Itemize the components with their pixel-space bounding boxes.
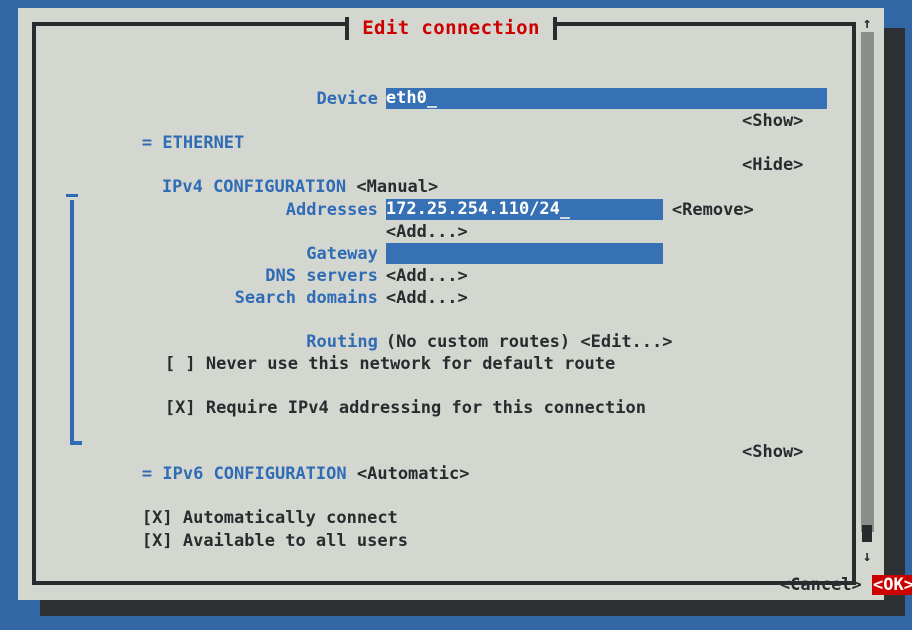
require-ipv4-checkbox[interactable]: [X] Require IPv4 addressing for this con… <box>83 375 646 441</box>
cancel-button[interactable]: <Cancel> <box>780 575 862 595</box>
require-ipv4-label: Require IPv4 addressing for this connect… <box>205 398 646 418</box>
never-default-route-label: Never use this network for default route <box>205 354 616 374</box>
ethernet-label: ETHERNET <box>162 133 245 153</box>
scrollbar-cursor <box>862 525 872 542</box>
expander-icon-ipv6[interactable]: = <box>142 464 152 484</box>
checkbox-checked-icon[interactable]: [X] <box>142 531 173 551</box>
ipv6-method-select[interactable]: <Automatic> <box>357 464 470 484</box>
search-domains-add-button[interactable]: <Add...> <box>386 288 468 308</box>
vertical-scrollbar[interactable]: ↑ ↓ <box>857 14 877 565</box>
scroll-down-arrow-icon[interactable]: ↓ <box>857 549 877 564</box>
ipv4-hide-button[interactable]: <Hide> <box>742 154 803 176</box>
checkbox-unchecked-icon[interactable]: [ ] <box>165 354 196 374</box>
expander-icon-ethernet[interactable]: = <box>142 133 152 153</box>
dialog-buttons: <Cancel> <OK> <box>698 552 912 618</box>
search-domains-label: Search domains <box>234 288 378 308</box>
all-users-label: Available to all users <box>182 531 409 551</box>
ipv6-label: IPv6 CONFIGURATION <box>162 464 347 484</box>
scrollbar-thumb[interactable] <box>861 32 874 532</box>
ipv6-show-button[interactable]: <Show> <box>742 441 803 463</box>
checkbox-checked-icon[interactable]: [X] <box>165 398 196 418</box>
screen: Edit connection Device eth0 = ETHERNET <S… <box>0 0 912 630</box>
all-users-checkbox[interactable]: [X] Available to all users <box>60 508 408 574</box>
ok-button[interactable]: <OK> <box>872 575 912 595</box>
ethernet-show-button[interactable]: <Show> <box>742 110 803 132</box>
scroll-up-arrow-icon[interactable]: ↑ <box>857 16 877 31</box>
text-cursor <box>426 88 437 109</box>
text-cursor <box>559 199 570 220</box>
edit-connection-window: Edit connection Device eth0 = ETHERNET <S… <box>18 8 912 600</box>
device-input-value: eth0 <box>385 88 427 108</box>
address-remove-button[interactable]: <Remove> <box>672 200 754 220</box>
device-input[interactable]: eth0 <box>385 88 827 109</box>
form-content: Device eth0 = ETHERNET <Show> IPv4 CONFIG… <box>50 42 912 595</box>
device-label: Device <box>316 89 378 109</box>
